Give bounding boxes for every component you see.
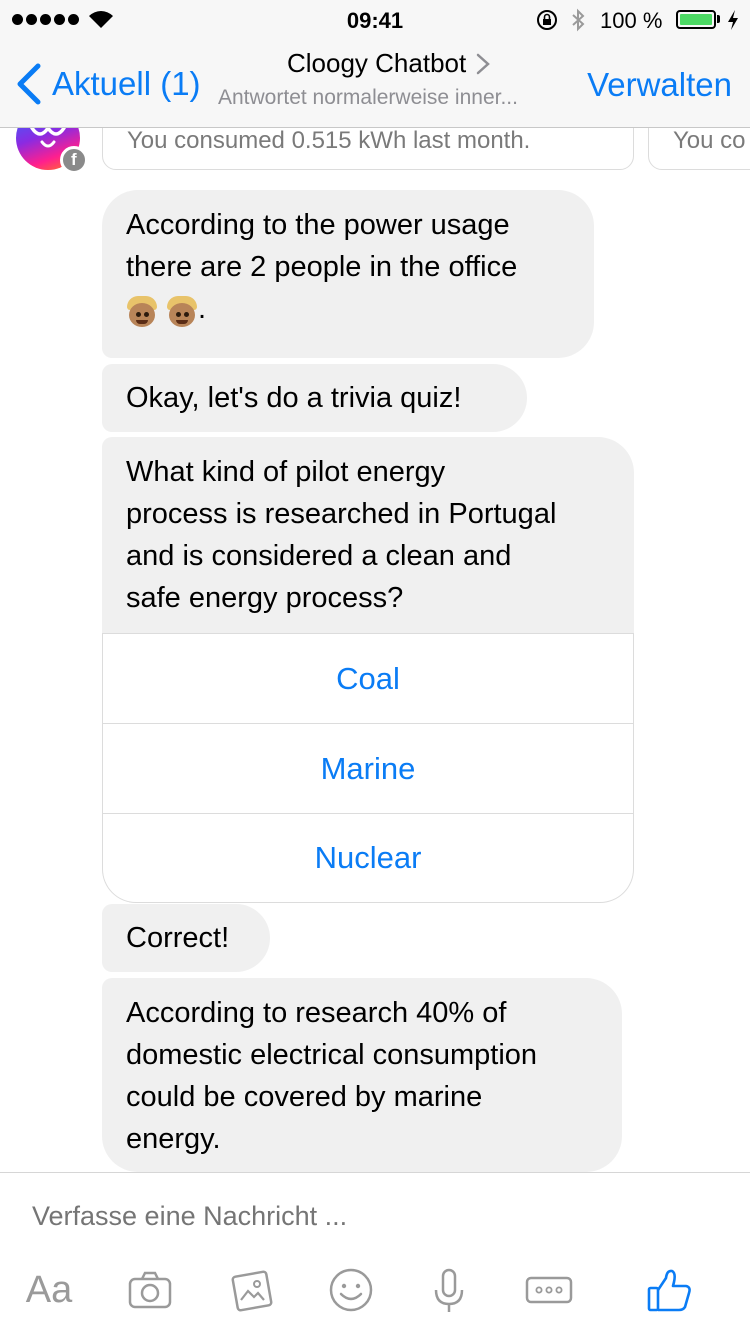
smiley-icon bbox=[329, 1268, 373, 1312]
manage-button[interactable]: Verwalten bbox=[587, 66, 732, 104]
people-emoji bbox=[126, 296, 198, 328]
messenger-badge-icon: f bbox=[60, 146, 88, 174]
camera-button[interactable] bbox=[125, 1265, 175, 1315]
quiz-option-nuclear[interactable]: Nuclear bbox=[103, 813, 633, 902]
more-button[interactable] bbox=[524, 1265, 574, 1315]
composer: Aa bbox=[0, 1172, 750, 1334]
navigation-bar: Aktuell (1) Cloogy Chatbot Antwortet nor… bbox=[0, 40, 750, 128]
message-text: Correct! bbox=[126, 922, 230, 954]
battery-percentage: 100 % bbox=[600, 8, 663, 33]
message-list[interactable]: You consumed 0.515 kWh last month. You c… bbox=[0, 128, 750, 1172]
message-text: domestic electrical consumption bbox=[126, 1039, 538, 1071]
message-text: could be covered by marine bbox=[126, 1081, 483, 1113]
battery-tip bbox=[717, 15, 720, 23]
back-button[interactable]: Aktuell (1) bbox=[14, 62, 201, 106]
message-text: and is considered a clean and bbox=[126, 540, 512, 572]
gallery-button[interactable] bbox=[226, 1265, 276, 1315]
carousel-card[interactable]: You consumed 0.515 kWh last month. bbox=[102, 128, 634, 170]
message-text: there are 2 people in the office bbox=[126, 251, 518, 283]
message-text: Okay, let's do a trivia quiz! bbox=[126, 382, 462, 414]
carousel-card[interactable]: You co bbox=[648, 128, 750, 170]
chat-title[interactable]: Cloogy Chatbot bbox=[287, 48, 491, 79]
message-text: energy. bbox=[126, 1123, 221, 1155]
cloogy-logo-icon bbox=[30, 128, 66, 148]
message-bubble: Correct! bbox=[102, 904, 270, 972]
battery-icon bbox=[676, 10, 716, 29]
message-bubble: According to the power usage there are 2… bbox=[102, 190, 594, 358]
message-bubble: According to research 40% of domestic el… bbox=[102, 978, 622, 1172]
voice-button[interactable] bbox=[424, 1265, 474, 1315]
back-label: Aktuell (1) bbox=[52, 65, 201, 102]
message-text: process is researched in Portugal bbox=[126, 498, 557, 530]
more-options-icon bbox=[525, 1276, 573, 1304]
chevron-right-icon bbox=[476, 53, 491, 74]
emoji-button[interactable] bbox=[326, 1265, 376, 1315]
chevron-left-icon bbox=[17, 63, 41, 105]
message-text: According to the power usage bbox=[126, 209, 510, 241]
message-text: What kind of pilot energy bbox=[126, 456, 446, 488]
chat-subtitle: Antwortet normalerweise inner... bbox=[218, 86, 518, 109]
charging-icon bbox=[728, 10, 738, 30]
blond-person-emoji-icon bbox=[166, 296, 198, 328]
carousel-card-text: You consumed 0.515 kWh last month. bbox=[127, 128, 531, 154]
message-text: According to research 40% of bbox=[126, 997, 507, 1029]
message-text: safe energy process? bbox=[126, 582, 404, 614]
message-bubble: Okay, let's do a trivia quiz! bbox=[102, 364, 527, 432]
like-button[interactable] bbox=[644, 1265, 694, 1315]
quiz-option-coal[interactable]: Coal bbox=[103, 633, 633, 723]
thumbs-up-icon bbox=[647, 1269, 691, 1312]
quiz-question-bubble: What kind of pilot energy process is res… bbox=[102, 437, 634, 633]
microphone-icon bbox=[434, 1268, 464, 1312]
orientation-lock-icon bbox=[537, 10, 557, 30]
camera-icon bbox=[128, 1271, 172, 1309]
carousel-card-text: You co bbox=[673, 128, 746, 154]
photo-gallery-icon bbox=[231, 1270, 273, 1312]
blond-person-emoji-icon bbox=[126, 296, 158, 328]
quiz-option-marine[interactable]: Marine bbox=[103, 723, 633, 813]
quiz-options: Coal Marine Nuclear bbox=[102, 633, 634, 903]
message-text: . bbox=[198, 293, 207, 325]
chat-title-text: Cloogy Chatbot bbox=[287, 48, 467, 78]
message-input[interactable] bbox=[32, 1201, 712, 1232]
status-bar: 09:41 100 % bbox=[0, 0, 750, 40]
bluetooth-icon bbox=[572, 8, 585, 32]
text-format-button[interactable]: Aa bbox=[24, 1265, 74, 1315]
